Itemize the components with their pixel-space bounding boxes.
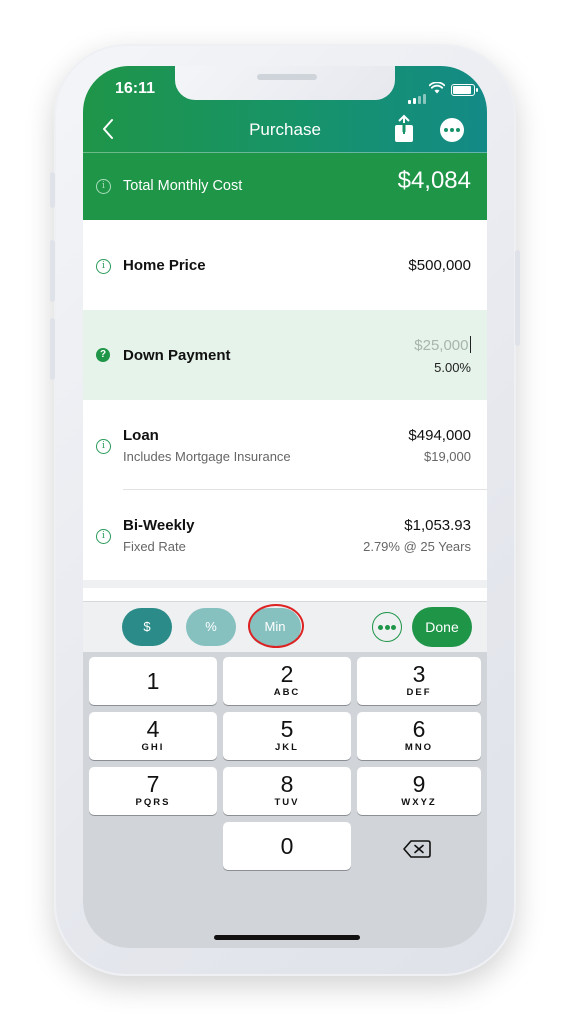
share-icon[interactable] [391, 114, 417, 144]
dollar-mode-button[interactable]: $ [122, 608, 172, 646]
signal-icon [408, 86, 428, 104]
biweekly-sub: Fixed Rate [123, 539, 186, 554]
delete-icon[interactable] [402, 838, 432, 860]
wifi-icon [429, 82, 445, 94]
total-monthly-cost-label: Total Monthly Cost [123, 178, 243, 194]
highlight-circle [248, 604, 304, 648]
loan-label: Loan [123, 427, 159, 444]
key-9[interactable]: 9 WXYZ [357, 767, 481, 815]
biweekly-label: Bi-Weekly [123, 517, 195, 534]
nav-bar: Purchase [83, 108, 487, 152]
section-gap [83, 580, 487, 588]
home-indicator [214, 935, 360, 940]
info-icon[interactable]: i [96, 179, 111, 194]
info-icon[interactable]: i [96, 439, 111, 454]
help-icon[interactable]: ? [96, 348, 110, 362]
done-button[interactable]: Done [412, 607, 472, 647]
mute-switch [50, 172, 55, 208]
loan-value: $494,000 [408, 427, 471, 444]
key-6[interactable]: 6 MNO [357, 712, 481, 760]
biweekly-row[interactable]: i Bi-Weekly Fixed Rate $1,053.93 2.79% @… [83, 490, 487, 580]
key-4[interactable]: 4 GHI [89, 712, 217, 760]
info-icon[interactable]: i [96, 529, 111, 544]
info-icon[interactable]: i [96, 259, 111, 274]
next-row-peek [83, 588, 487, 601]
notch [175, 66, 395, 100]
key-0[interactable]: 0 [223, 822, 351, 870]
number-keypad: 1 2 ABC 3 DEF 4 GHI 5 JKL 6 MNO 7 PQRS 8 TUV 9W… [83, 652, 487, 948]
biweekly-sub-value: 2.79% @ 25 Years [363, 539, 471, 554]
keyboard-accessory-bar: $ % Min Done [83, 601, 487, 652]
volume-down-button [50, 318, 55, 380]
loan-sub: Includes Mortgage Insurance [123, 449, 291, 464]
key-2[interactable]: 2 ABC [223, 657, 351, 705]
status-time: 16:11 [115, 80, 156, 97]
total-monthly-cost-bar: i Total Monthly Cost $4,084 [83, 153, 487, 220]
screen: 16:11 Purchase i Total Monthly Cost $4,0… [83, 66, 487, 948]
down-payment-label: Down Payment [123, 347, 231, 364]
loan-sub-value: $19,000 [424, 449, 471, 464]
key-5[interactable]: 5 JKL [223, 712, 351, 760]
page-title: Purchase [249, 120, 321, 139]
home-price-label: Home Price [123, 257, 206, 274]
speaker [257, 74, 317, 80]
text-caret [469, 336, 471, 353]
down-payment-input[interactable]: $25,000 [414, 336, 471, 354]
home-price-row[interactable]: i Home Price $500,000 [83, 220, 487, 310]
biweekly-value: $1,053.93 [404, 517, 471, 534]
total-monthly-cost-value: $4,084 [397, 167, 471, 194]
home-price-value: $500,000 [408, 257, 471, 274]
volume-up-button [50, 240, 55, 302]
power-button [515, 250, 520, 346]
key-7[interactable]: 7 PQRS [89, 767, 217, 815]
dots-icon[interactable] [372, 612, 402, 642]
down-payment-row[interactable]: ? Down Payment $25,000 5.00% [83, 310, 487, 400]
key-1[interactable]: 1 [89, 657, 217, 705]
battery-icon [451, 84, 478, 96]
loan-row[interactable]: i Loan Includes Mortgage Insurance $494,… [83, 400, 487, 490]
more-icon[interactable] [440, 118, 464, 142]
down-payment-percent: 5.00% [434, 360, 471, 375]
key-8[interactable]: 8 TUV [223, 767, 351, 815]
down-payment-placeholder: $25,000 [414, 337, 469, 354]
percent-mode-button[interactable]: % [186, 608, 236, 646]
key-3[interactable]: 3 DEF [357, 657, 481, 705]
